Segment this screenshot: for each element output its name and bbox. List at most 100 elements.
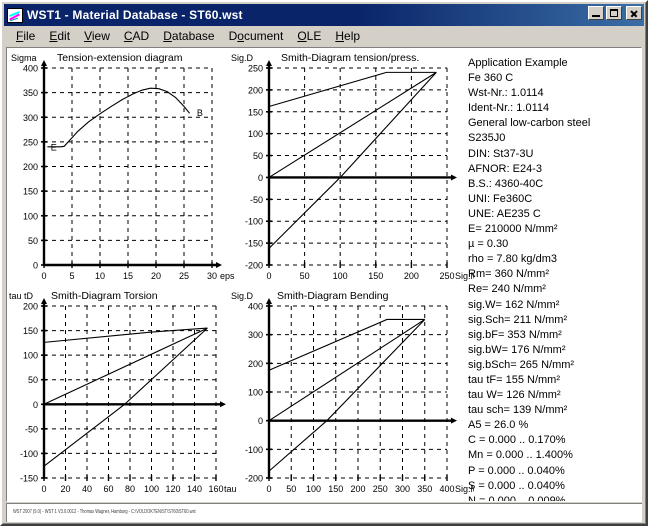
x-tick-label: 120 bbox=[165, 484, 180, 494]
menu-item-help[interactable]: Help bbox=[328, 27, 367, 45]
info-line: S235J0 bbox=[468, 132, 506, 145]
chart-title: Tension-extension diagram bbox=[57, 52, 183, 64]
y-tick-label: -200 bbox=[245, 261, 263, 271]
y-tick-label: -100 bbox=[20, 449, 38, 459]
info-line: B.S.: 4360-40C bbox=[468, 177, 544, 190]
data-series-line bbox=[268, 319, 426, 472]
x-tick-label: 140 bbox=[187, 484, 202, 494]
x-tick-label: 5 bbox=[69, 271, 74, 281]
y-tick-label: 400 bbox=[23, 64, 38, 74]
x-tick-label: 20 bbox=[60, 484, 70, 494]
chart-tension-extension-svg: Tension-extension diagramSigma0501001502… bbox=[11, 52, 235, 281]
y-tick-label: 150 bbox=[23, 187, 38, 197]
y-axis-label: Sig.D bbox=[231, 53, 254, 63]
info-line: UNE: AE235 C bbox=[468, 207, 541, 220]
y-tick-label: 50 bbox=[28, 236, 38, 246]
info-line: E= 210000 N/mm² bbox=[468, 223, 558, 236]
y-tick-label: 100 bbox=[23, 211, 38, 221]
x-tick-label: 30 bbox=[207, 271, 217, 281]
y-tick-label: 100 bbox=[248, 388, 263, 398]
info-line: General low-carbon steel bbox=[468, 117, 591, 130]
x-tick-label: 0 bbox=[41, 271, 46, 281]
y-tick-label: 250 bbox=[23, 137, 38, 147]
y-tick-label: 100 bbox=[23, 351, 38, 361]
x-tick-label: 150 bbox=[368, 271, 383, 281]
chart-tension-extension: Tension-extension diagram Sigma 0 50 100 150 2… bbox=[9, 50, 239, 290]
info-line: UNI: Fe360C bbox=[468, 192, 533, 205]
y-tick-label: 50 bbox=[28, 375, 38, 385]
chart-smith-torsion-svg: Smith-Diagram Torsion tau tD -150 -100 -50 0 5… bbox=[9, 290, 237, 494]
chart-title: Smith-Diagram tension/press. bbox=[281, 52, 419, 64]
info-line: tau sch= 139 N/mm² bbox=[468, 404, 568, 417]
x-tick-label: 400 bbox=[439, 484, 454, 494]
info-line: sig.bSch= 265 N/mm² bbox=[468, 358, 575, 371]
maximize-button[interactable] bbox=[606, 6, 622, 20]
status-bar-text: WST 2007 (9.0) - WST 1 V3.0.0012 - Thoma… bbox=[13, 508, 196, 515]
window-controls bbox=[588, 6, 642, 20]
x-tick-label: 250 bbox=[373, 484, 388, 494]
chart-annotation: E bbox=[51, 142, 57, 152]
info-line: P = 0.000 .. 0.040% bbox=[468, 464, 565, 477]
y-tick-label: -100 bbox=[245, 445, 263, 455]
y-axis-label: Sigma bbox=[11, 53, 37, 63]
chart-title: Smith-Diagram Torsion bbox=[51, 290, 158, 302]
menu-item-cad[interactable]: CAD bbox=[117, 27, 156, 45]
y-tick-label: 50 bbox=[253, 151, 263, 161]
y-tick-label: 0 bbox=[33, 261, 38, 271]
y-tick-label: 250 bbox=[248, 64, 263, 74]
info-line: sig.W= 162 N/mm² bbox=[468, 298, 560, 311]
y-tick-label: 0 bbox=[258, 173, 263, 183]
menu-item-view[interactable]: View bbox=[77, 27, 117, 45]
y-tick-label: 200 bbox=[23, 302, 38, 312]
minimize-button[interactable] bbox=[588, 6, 604, 20]
menu-item-document[interactable]: Document bbox=[222, 27, 291, 45]
title-bar[interactable]: WST1 - Material Database - ST60.wst bbox=[4, 4, 644, 26]
y-tick-label: -150 bbox=[20, 474, 38, 484]
chart-annotation: B bbox=[197, 108, 203, 118]
x-tick-label: 10 bbox=[95, 271, 105, 281]
y-tick-label: 0 bbox=[258, 416, 263, 426]
close-button[interactable] bbox=[626, 6, 642, 20]
data-series-line bbox=[268, 318, 425, 371]
menu-item-edit[interactable]: Edit bbox=[42, 27, 77, 45]
info-line: Application Example bbox=[468, 57, 568, 69]
x-tick-label: 200 bbox=[350, 484, 365, 494]
x-tick-label: 160 bbox=[208, 484, 223, 494]
info-line: tau tF= 155 N/mm² bbox=[468, 373, 561, 386]
status-bar: WST 2007 (9.0) - WST 1 V3.0.0012 - Thoma… bbox=[6, 503, 642, 522]
menu-item-database[interactable]: Database bbox=[156, 27, 221, 45]
info-line: sig.bF= 353 N/mm² bbox=[468, 328, 562, 341]
y-tick-label: 200 bbox=[248, 359, 263, 369]
y-tick-label: -200 bbox=[245, 474, 263, 484]
x-tick-label: 40 bbox=[82, 484, 92, 494]
x-tick-label: 150 bbox=[328, 484, 343, 494]
chart-smith-tension-svg: Smith-Diagram tension/press. Sig.D -200 -15… bbox=[231, 52, 474, 281]
app-window: WST1 - Material Database - ST60.wst File… bbox=[0, 0, 648, 526]
data-series-line bbox=[268, 319, 426, 422]
document-canvas[interactable]: Tension-extension diagram Sigma 0 50 100 150 2… bbox=[6, 47, 642, 502]
info-line: µ = 0.30 bbox=[468, 238, 509, 251]
info-line: rho = 7.80 kg/dm3 bbox=[468, 253, 557, 266]
info-line: DIN: St37-3U bbox=[468, 147, 534, 160]
x-tick-label: 25 bbox=[179, 271, 189, 281]
menu-item-file[interactable]: File bbox=[9, 27, 42, 45]
y-tick-label: 300 bbox=[248, 330, 263, 340]
x-tick-label: 50 bbox=[286, 484, 296, 494]
x-tick-label: 350 bbox=[417, 484, 432, 494]
window-title: WST1 - Material Database - ST60.wst bbox=[27, 8, 243, 22]
y-tick-label: 200 bbox=[23, 162, 38, 172]
info-line: C = 0.000 .. 0.170% bbox=[468, 434, 566, 447]
info-line: Re= 240 N/mm² bbox=[468, 283, 546, 296]
info-line: Ident-Nr.: 1.0114 bbox=[468, 102, 550, 115]
y-tick-label: 150 bbox=[248, 107, 263, 117]
menu-item-ole[interactable]: OLE bbox=[290, 27, 328, 45]
y-tick-label: 0 bbox=[33, 400, 38, 410]
x-tick-label: 0 bbox=[266, 484, 271, 494]
info-line: N = 0.000 .. 0.009% bbox=[468, 494, 566, 502]
info-line: sig.Sch= 211 N/mm² bbox=[468, 313, 568, 326]
x-tick-label: 20 bbox=[151, 271, 161, 281]
chart-smith-bending: Smith-Diagram Bending Sig.D -200 -100 0 100 20… bbox=[229, 288, 474, 501]
y-tick-label: 350 bbox=[23, 88, 38, 98]
y-axis-label: Sig.D bbox=[231, 291, 254, 301]
y-tick-label: -100 bbox=[245, 217, 263, 227]
